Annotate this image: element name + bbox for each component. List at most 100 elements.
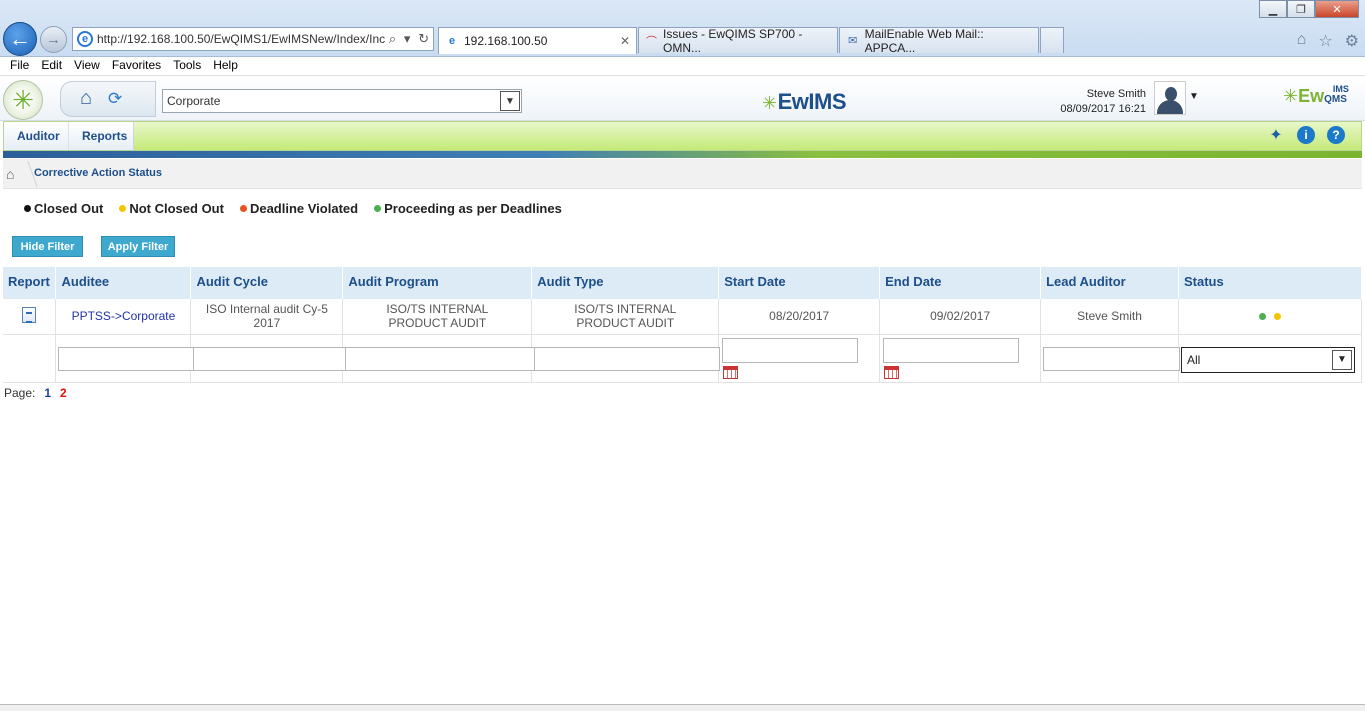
app-logo-icon[interactable]: ✳ [3, 80, 43, 120]
nav-item-reports[interactable]: Reports [68, 122, 127, 150]
end-date-filter-input[interactable] [883, 337, 1020, 363]
status-filter-select[interactable]: All ▼ [1181, 346, 1355, 373]
main-nav: Auditor Reports ✦ i ? [3, 121, 1362, 151]
start-date-filter-input[interactable] [722, 337, 859, 363]
page-link-2[interactable]: 2 [60, 386, 67, 400]
legend-closed-out: Closed Out [24, 201, 103, 216]
chevron-down-icon[interactable]: ▼ [1332, 349, 1352, 370]
col-audit-cycle[interactable]: Audit Cycle [190, 267, 344, 299]
dropdown-icon[interactable]: ▾ [404, 31, 411, 47]
calendar-icon[interactable] [884, 365, 900, 379]
menu-help[interactable]: Help [207, 57, 244, 75]
mail-icon: ✉ [848, 35, 858, 47]
report-cell [3, 299, 57, 335]
col-start-date[interactable]: Start Date [718, 267, 881, 299]
audit-type-cell: ISO/TS INTERNAL PRODUCT AUDIT [531, 299, 720, 335]
page-title: Corrective Action Status [34, 167, 162, 179]
close-tab-icon[interactable]: ✕ [620, 34, 630, 48]
pin-icon[interactable]: ✦ [1267, 126, 1285, 144]
col-report[interactable]: Report [3, 267, 57, 299]
corrective-action-table: Report Auditee Audit Cycle Audit Program… [3, 267, 1362, 383]
col-end-date[interactable]: End Date [879, 267, 1042, 299]
home-icon[interactable]: ⌂ [1297, 31, 1307, 51]
organization-select[interactable]: Corporate ▼ [162, 89, 522, 113]
window-controls: ▁ ❐ ✕ [1259, 0, 1359, 18]
menu-edit[interactable]: Edit [35, 57, 68, 75]
tab-192-168-100-50[interactable]: e 192.168.100.50 ✕ [438, 27, 637, 54]
tab-issues[interactable]: ⌒ Issues - EwQIMS SP700 - OMN... [638, 26, 838, 55]
col-audit-program[interactable]: Audit Program [342, 267, 533, 299]
ewims-logo: ✳EwIMS [762, 89, 847, 114]
audit-cycle-filter-input[interactable] [193, 346, 348, 371]
table-header-row: Report Auditee Audit Cycle Audit Program… [3, 267, 1362, 299]
info-icon[interactable]: i [1297, 126, 1315, 144]
lead-auditor-cell: Steve Smith [1040, 299, 1179, 335]
status-legend: Closed Out Not Closed Out Deadline Viola… [24, 201, 562, 216]
header-stripe [3, 151, 1362, 158]
apply-filter-button[interactable]: Apply Filter [101, 236, 175, 257]
home-icon[interactable]: ⌂ [80, 88, 100, 108]
nav-item-auditor[interactable]: Auditor [4, 122, 68, 150]
col-status[interactable]: Status [1178, 267, 1362, 299]
tab-mailenable[interactable]: ✉ MailEnable Web Mail:: APPCA... [839, 26, 1039, 55]
table-row: PPTSS->Corporate ISO Internal audit Cy-5… [3, 299, 1362, 335]
status-dot-yellow [1273, 313, 1281, 321]
audit-type-filter-input[interactable] [534, 346, 721, 371]
back-button[interactable]: ← [3, 22, 37, 56]
col-lead-auditor[interactable]: Lead Auditor [1040, 267, 1179, 299]
breadcrumb: ⌂ Corrective Action Status [3, 159, 1362, 189]
audit-program-filter-input[interactable] [345, 346, 537, 371]
close-icon[interactable]: ✕ [1315, 0, 1359, 18]
lead-auditor-filter-input[interactable] [1043, 346, 1181, 371]
address-url[interactable]: http://192.168.100.50/EwQIMS1/EwIMSNew/I… [97, 32, 385, 46]
settings-gear-icon[interactable]: ⚙ [1345, 31, 1359, 51]
organization-value: Corporate [167, 94, 221, 108]
tab-label: 192.168.100.50 [464, 34, 548, 48]
tab-label: Issues - EwQIMS SP700 - OMN... [663, 26, 803, 55]
avatar[interactable] [1154, 81, 1186, 115]
ie-icon: e [448, 35, 456, 47]
status-bar [0, 704, 1365, 711]
filter-row: All ▼ [3, 334, 1362, 383]
pager: Page: 1 2 [4, 386, 67, 400]
end-date-cell: 09/02/2017 [879, 299, 1042, 335]
auditee-filter-input[interactable] [58, 346, 197, 371]
refresh-icon[interactable]: ↻ [418, 31, 429, 47]
favorites-star-icon[interactable]: ☆ [1318, 31, 1332, 51]
refresh-icon[interactable]: ⟳ [108, 89, 128, 109]
user-name: Steve Smith [1086, 88, 1146, 100]
status-dot [374, 205, 382, 212]
forward-button[interactable]: → [40, 26, 67, 53]
menu-view[interactable]: View [68, 57, 106, 75]
menu-tools[interactable]: Tools [167, 57, 207, 75]
legend-proceeding: Proceeding as per Deadlines [374, 201, 562, 216]
page-link-1[interactable]: 1 [44, 386, 51, 400]
user-datetime: 08/09/2017 16:21 [1060, 103, 1146, 115]
col-auditee[interactable]: Auditee [55, 267, 192, 299]
browser-titlebar: ▁ ❐ ✕ ← → e http://192.168.100.50/EwQIMS… [0, 0, 1365, 57]
restore-icon[interactable]: ❐ [1287, 0, 1315, 18]
menu-file[interactable]: File [4, 57, 35, 75]
menu-favorites[interactable]: Favorites [106, 57, 167, 75]
logo-star-icon: ✳ [762, 93, 777, 113]
ewqims-logo: ✳EwQMS IMS [1283, 84, 1349, 106]
status-dot [24, 205, 31, 212]
status-filter-value: All [1187, 352, 1201, 367]
minimize-icon[interactable]: ▁ [1259, 0, 1287, 18]
browser-menubar: File Edit View Favorites Tools Help [0, 57, 1365, 76]
home-icon[interactable]: ⌂ [6, 166, 14, 182]
col-audit-type[interactable]: Audit Type [531, 267, 720, 299]
auditee-link[interactable]: PPTSS->Corporate [72, 309, 176, 323]
search-icon[interactable]: ⌕ [389, 31, 396, 47]
chevron-down-icon[interactable]: ▼ [500, 91, 520, 111]
report-document-icon[interactable] [22, 306, 37, 323]
audit-cycle-cell: ISO Internal audit Cy-5 2017 [190, 299, 344, 335]
tab-label: MailEnable Web Mail:: APPCA... [864, 26, 984, 55]
legend-not-closed-out: Not Closed Out [119, 201, 224, 216]
help-icon[interactable]: ? [1327, 126, 1345, 144]
address-bar[interactable]: e http://192.168.100.50/EwQIMS1/EwIMSNew… [72, 27, 434, 51]
hide-filter-button[interactable]: Hide Filter [12, 236, 83, 257]
new-tab-button[interactable] [1040, 27, 1064, 53]
calendar-icon[interactable] [723, 365, 739, 379]
caret-down-icon[interactable]: ▼ [1189, 91, 1199, 102]
